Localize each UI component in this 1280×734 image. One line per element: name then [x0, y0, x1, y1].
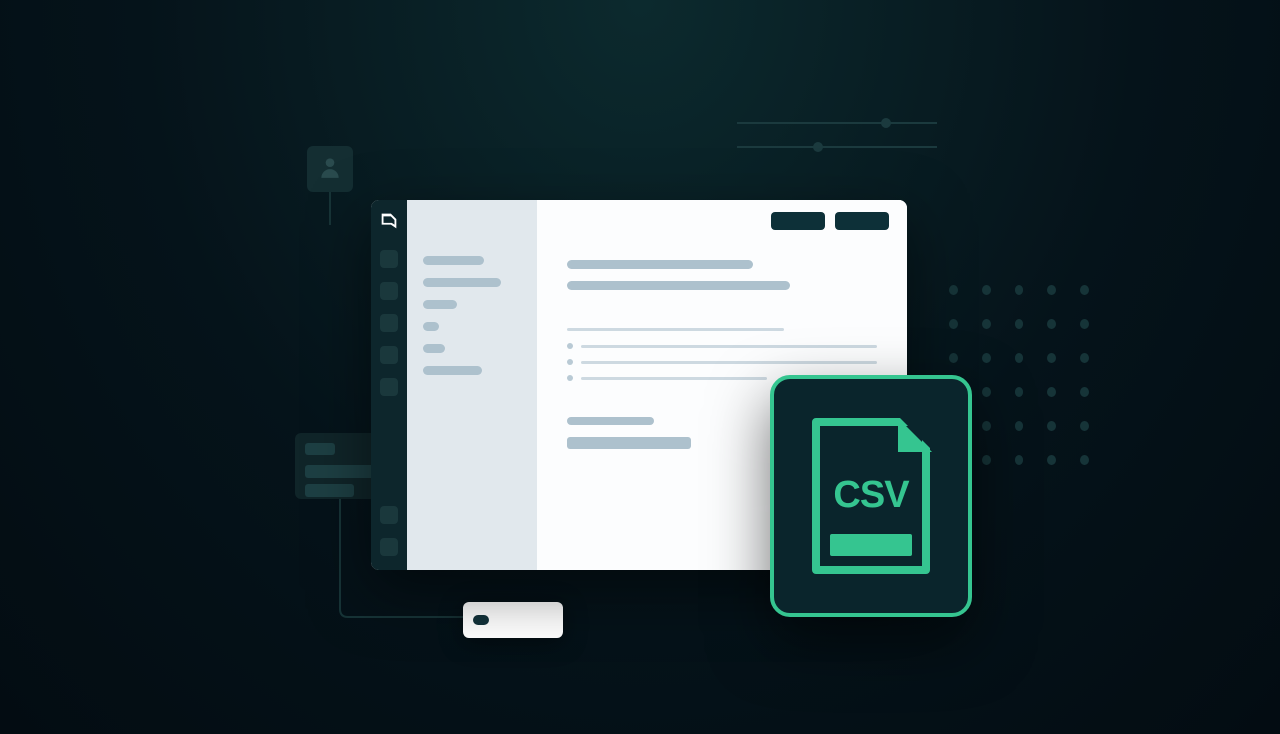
sidebar-item[interactable] — [423, 366, 482, 375]
slider-thumb-1[interactable] — [881, 118, 891, 128]
rail-nav-icon[interactable] — [380, 282, 398, 300]
toolbar — [771, 212, 889, 230]
person-icon — [317, 154, 343, 185]
action-label-placeholder — [567, 417, 654, 425]
pill-indicator — [473, 615, 489, 625]
radio-label-placeholder — [581, 345, 877, 348]
rail-nav-icon[interactable] — [380, 250, 398, 268]
csv-file-icon: CSV — [812, 418, 930, 574]
pill-card — [463, 602, 563, 638]
rail-nav-icon[interactable] — [380, 538, 398, 556]
avatar-tile — [307, 146, 353, 192]
csv-label: CSV — [833, 474, 908, 517]
csv-file-card: CSV — [770, 375, 972, 617]
radio-icon — [567, 359, 573, 365]
radio-label-placeholder — [581, 377, 767, 380]
rail-nav-icon[interactable] — [380, 346, 398, 364]
slider-group — [737, 122, 937, 170]
app-logo-icon — [378, 210, 400, 232]
icon-rail — [371, 200, 407, 570]
rail-nav-icon[interactable] — [380, 378, 398, 396]
sidebar — [407, 200, 537, 570]
sidebar-item[interactable] — [423, 344, 445, 353]
section-divider — [567, 328, 784, 331]
rail-nav-icon[interactable] — [380, 506, 398, 524]
radio-icon — [567, 375, 573, 381]
toolbar-button[interactable] — [771, 212, 825, 230]
radio-option[interactable] — [567, 343, 877, 349]
csv-bar — [830, 534, 912, 556]
connector-line — [329, 192, 331, 225]
radio-icon — [567, 343, 573, 349]
floating-card-row — [305, 484, 354, 497]
action-button-placeholder[interactable] — [567, 437, 691, 449]
floating-card-row — [305, 465, 375, 478]
toolbar-button[interactable] — [835, 212, 889, 230]
sidebar-item[interactable] — [423, 322, 439, 331]
sidebar-item[interactable] — [423, 256, 484, 265]
content-subheading-placeholder — [567, 281, 790, 290]
slider-track-1[interactable] — [737, 122, 937, 124]
content-heading-placeholder — [567, 260, 753, 269]
sidebar-item[interactable] — [423, 278, 501, 287]
floating-card-header — [305, 443, 335, 455]
rail-nav-icon[interactable] — [380, 314, 398, 332]
slider-thumb-2[interactable] — [813, 142, 823, 152]
slider-track-2[interactable] — [737, 146, 937, 148]
radio-label-placeholder — [581, 361, 877, 364]
sidebar-item[interactable] — [423, 300, 457, 309]
radio-option[interactable] — [567, 359, 877, 365]
